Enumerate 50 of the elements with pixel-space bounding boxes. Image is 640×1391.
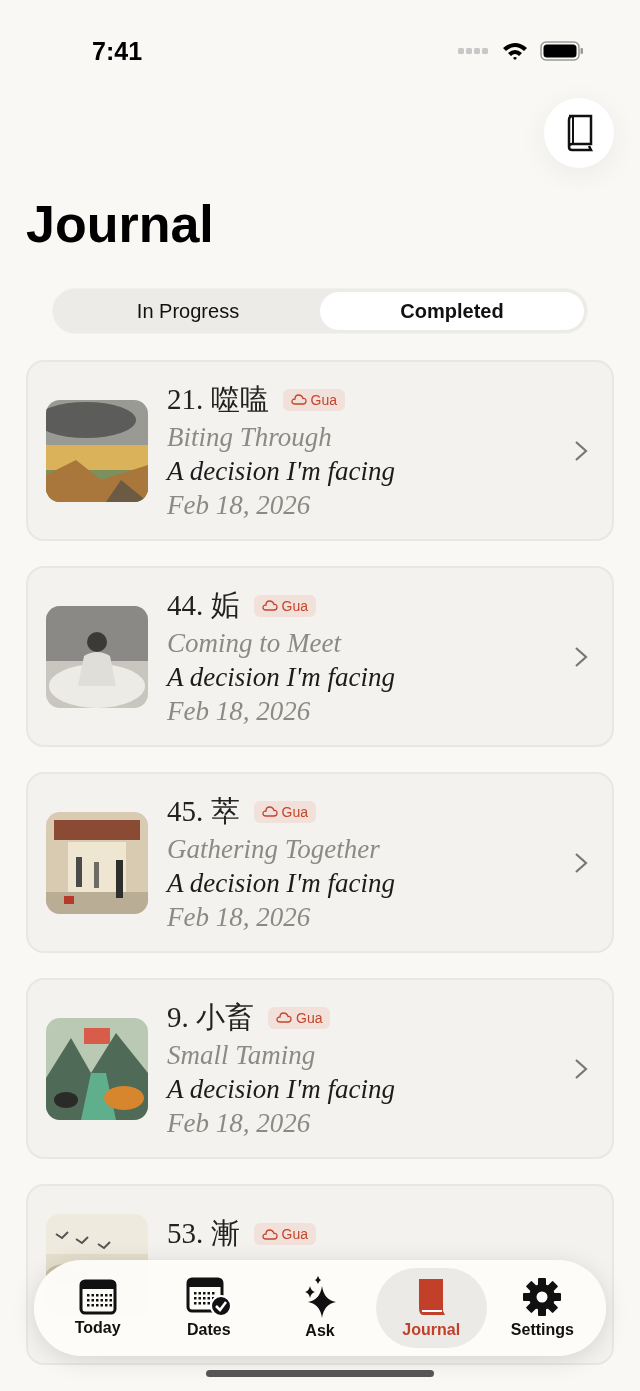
tab-bar-item[interactable]: Settings [486,1268,598,1348]
cloud-icon [290,394,307,405]
tab-bar-item[interactable]: Ask [264,1268,376,1348]
gua-tag: Gua [268,1006,331,1029]
tab-bar-item[interactable]: Today [42,1268,154,1348]
hexagram-title: 45. 萃 [167,793,240,829]
hexagram-title: 53. 漸 [167,1216,240,1251]
tab-bar-item[interactable]: Dates [153,1268,265,1348]
gua-tag: Gua [253,800,316,823]
hexagram-name: Gathering Together [167,832,381,866]
gua-tag: Gua [253,1223,316,1245]
wifi-icon [502,41,528,61]
signal-icon [458,47,490,55]
journal-card[interactable]: 44. 姤 Gua Coming to Meet A decision I'm facing Feb 18, 2026 [26,566,614,747]
chevron-right-icon [574,851,588,874]
hexagram-name: Small Taming [167,1038,317,1072]
journal-card[interactable]: 9. 小畜 Gua Small Taming A decision I'm facing Feb 18, 2026 [26,978,614,1159]
entry-date: Feb 18, 2026 [167,900,312,934]
tab-bar-item[interactable]: Journal [375,1268,487,1348]
journal-card[interactable]: 45. 萃 Gua Gathering Together A decision I'm facing Feb 18, 2026 [26,772,614,953]
journal-card[interactable]: 21. 噬嗑 Gua Biting Through A decision I'm facing Feb 18, 2026 [26,360,614,541]
cloud-icon [276,1012,292,1023]
question-text: A decision I'm facing [167,454,396,488]
entry-date: Feb 18, 2026 [167,694,312,728]
gua-tag: Gua [253,594,316,617]
status-time: 7:41 [92,36,143,66]
hexagram-name: Biting Through [167,420,333,454]
segment-tab[interactable]: In Progress [56,292,320,330]
page-title: Journal [26,194,215,254]
hexagram-name: Coming to Meet [167,626,343,660]
entry-date: Feb 18, 2026 [167,1106,312,1140]
question-text: A decision I'm facing [167,660,396,694]
cloud-icon [261,1228,278,1240]
chevron-right-icon [574,439,588,462]
hexagram-title: 44. 姤 [167,587,240,623]
cloud-icon [261,806,278,817]
gua-tag: Gua [282,388,345,411]
question-text: A decision I'm facing [167,1072,396,1106]
chevron-right-icon [574,645,588,668]
hexagram-title: 9. 小畜 [167,999,254,1035]
question-text: A decision I'm facing [167,866,396,900]
hexagram-title: 21. 噬嗑 [167,381,269,417]
cloud-icon [261,600,278,611]
chevron-right-icon [574,1057,588,1080]
segment-tab[interactable]: Completed [320,292,584,330]
calendar-check-icon [185,1277,232,1317]
battery-icon [540,41,584,61]
settings-icon [522,1277,563,1317]
entry-date: Feb 18, 2026 [167,488,312,522]
calendar-icon [78,1279,117,1315]
